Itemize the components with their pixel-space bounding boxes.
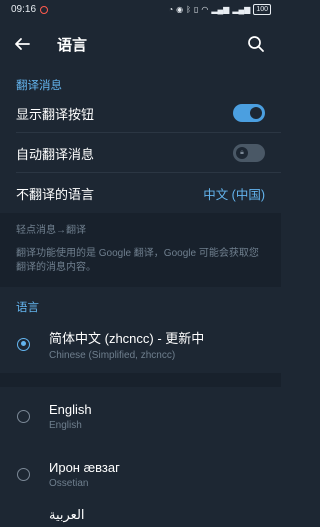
show-translate-button-label: 显示翻译按钮 bbox=[16, 106, 95, 122]
alarm-icon: ◔ bbox=[168, 5, 174, 14]
do-not-translate-row[interactable]: 不翻译的语言 中文 (中国) bbox=[0, 173, 281, 213]
search-button[interactable] bbox=[247, 35, 265, 53]
language-name: Ирон æвзаг bbox=[49, 459, 120, 475]
auto-translate-label: 自动翻译消息 bbox=[16, 146, 95, 162]
arrow-left-icon bbox=[15, 38, 30, 50]
bluetooth-icon: ᛒ bbox=[186, 5, 191, 14]
language-item[interactable]: Ирон æвзаг Ossetian bbox=[0, 445, 281, 503]
lock-icon: 🔒︎ bbox=[240, 149, 244, 156]
translate-section-title: 翻译消息 bbox=[16, 80, 62, 92]
language-section-title: 语言 bbox=[16, 302, 39, 314]
battery-icon: 100 bbox=[253, 4, 271, 15]
radio-selected-icon[interactable] bbox=[17, 337, 30, 351]
show-translate-button-toggle[interactable] bbox=[233, 104, 265, 122]
vibrate-icon: ▯ bbox=[193, 5, 199, 14]
app-bar: 语言 bbox=[0, 19, 281, 69]
language-native-name: English bbox=[49, 419, 82, 431]
nfc-icon: ◉ bbox=[176, 5, 184, 14]
translate-info-text: 翻译功能使用的是 Google 翻译，Google 可能会获取您翻译的消息内容。 bbox=[16, 248, 259, 273]
language-native-name: Chinese (Simplified, zhcncc) bbox=[49, 349, 176, 361]
status-bar: 09:16 ◔ ◉ ᛒ ▯ ◠ ▂▄▆ ▂▄▆ 100 bbox=[0, 0, 281, 19]
signal-icon-2: ▂▄▆ bbox=[232, 5, 251, 14]
translate-section: 翻译消息 显示翻译按钮 自动翻译消息 🔒︎ 不翻译的语言 中文 (中国) bbox=[0, 69, 281, 213]
page-title: 语言 bbox=[57, 36, 88, 54]
radio-unselected-icon[interactable] bbox=[17, 409, 30, 423]
do-not-translate-label: 不翻译的语言 bbox=[16, 186, 95, 202]
language-item[interactable]: English English bbox=[0, 387, 281, 445]
section-divider bbox=[0, 373, 281, 387]
recording-icon bbox=[40, 5, 49, 14]
radio-unselected-icon[interactable] bbox=[17, 467, 30, 481]
language-name: العربية bbox=[49, 507, 85, 522]
signal-icon: ▂▄▆ bbox=[211, 5, 230, 14]
language-native-name: Ossetian bbox=[49, 477, 89, 489]
language-list: English English Ирон æвзаг Ossetian العر… bbox=[0, 387, 281, 527]
auto-translate-row[interactable]: 自动翻译消息 🔒︎ bbox=[0, 133, 281, 173]
wifi-icon: ◠ bbox=[201, 5, 209, 14]
language-section: 语言 简体中文 (zhcncc) - 更新中 Chinese (Simplifi… bbox=[0, 287, 281, 373]
language-item[interactable]: 简体中文 (zhcncc) - 更新中 Chinese (Simplified,… bbox=[0, 315, 281, 373]
show-translate-button-row[interactable]: 显示翻译按钮 bbox=[0, 93, 281, 133]
back-button[interactable] bbox=[13, 35, 31, 53]
language-item-partial[interactable]: العربية bbox=[0, 503, 281, 527]
do-not-translate-value[interactable]: 中文 (中国) bbox=[203, 184, 265, 203]
translate-info: 轻点消息→翻译 翻译功能使用的是 Google 翻译，Google 可能会获取您… bbox=[0, 213, 281, 287]
language-name: 简体中文 (zhcncc) - 更新中 bbox=[49, 330, 205, 346]
status-time: 09:16 bbox=[11, 4, 37, 15]
auto-translate-toggle[interactable]: 🔒︎ bbox=[233, 144, 265, 162]
translate-info-subtitle: 轻点消息→翻译 bbox=[16, 225, 86, 236]
language-name: English bbox=[49, 401, 92, 417]
search-icon bbox=[248, 36, 264, 52]
